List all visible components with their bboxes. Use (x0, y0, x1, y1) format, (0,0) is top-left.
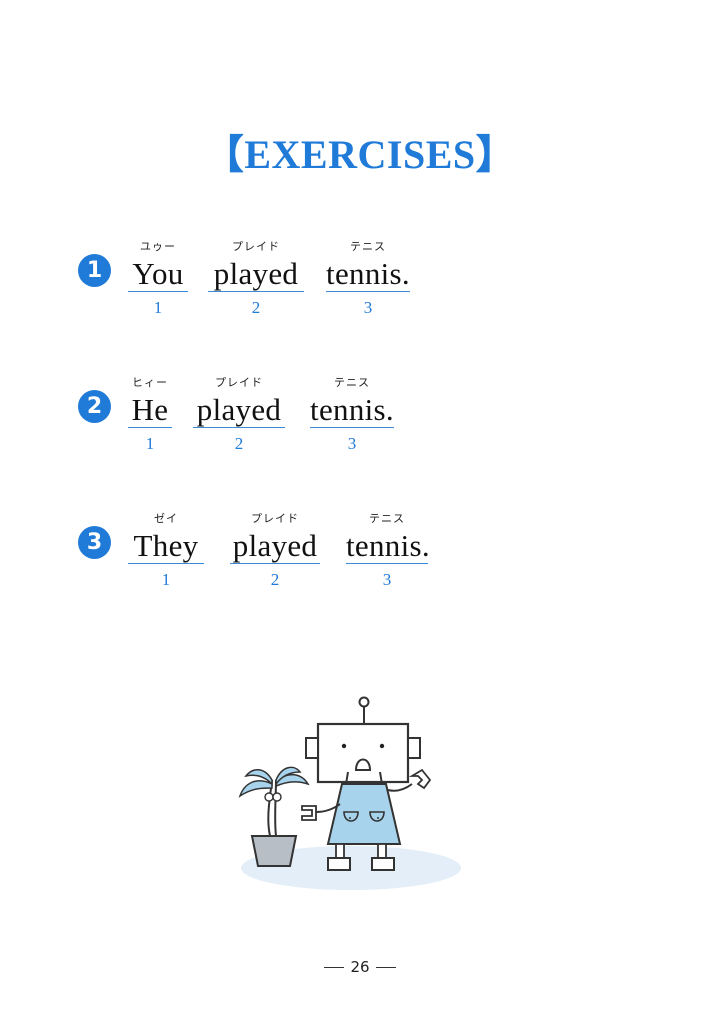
answer-underline (128, 291, 188, 292)
word-number: 1 (145, 434, 155, 453)
exercise-2: 2 ヒィー He 1 プレイド played 2 テニス tennis. 3 (0, 374, 720, 474)
answer-underline (326, 291, 410, 292)
word-text: tennis. (346, 528, 430, 563)
furigana: テニス (334, 376, 370, 389)
answer-underline (346, 563, 428, 564)
answer-underline (310, 427, 394, 428)
word-text: They (133, 528, 199, 563)
word-number: 1 (161, 570, 171, 589)
word-number: 2 (234, 434, 244, 453)
furigana: プレイド (215, 376, 263, 389)
answer-underline (230, 563, 320, 564)
word-number: 1 (153, 298, 163, 317)
word-text: played (232, 528, 318, 563)
word-number: 3 (382, 570, 392, 589)
exercise-number-badge: 3 (78, 526, 111, 559)
exercise-number-badge: 2 (78, 390, 111, 423)
word-text: played (213, 256, 299, 291)
footer-dash-left (324, 967, 345, 968)
word-text: tennis. (326, 256, 410, 291)
robot-with-potted-palm-icon (238, 696, 461, 890)
answer-underline (128, 427, 172, 428)
footer-dash-right (375, 967, 396, 968)
furigana: ユゥー (140, 240, 176, 253)
answer-underline (193, 427, 285, 428)
word-text: played (196, 392, 282, 427)
word-text: tennis. (310, 392, 394, 427)
furigana: ヒィー (132, 376, 168, 389)
page-number: 26 (350, 958, 370, 976)
page-title: 【EXERCISES】 (203, 132, 517, 177)
furigana: ゼイ (154, 512, 178, 525)
furigana: プレイド (251, 512, 299, 525)
answer-underline (128, 563, 204, 564)
word-number: 2 (251, 298, 261, 317)
exercise-1: 1 ユゥー You 1 プレイド played 2 テニス tennis. 3 (0, 238, 720, 338)
furigana: テニス (350, 240, 386, 253)
answer-underline (208, 291, 304, 292)
word-text: He (131, 392, 169, 427)
page-number-footer: 26 (0, 958, 720, 976)
exercise-3: 3 ゼイ They 1 プレイド played 2 テニス tennis. 3 (0, 510, 720, 610)
furigana: プレイド (232, 240, 280, 253)
word-text: You (132, 256, 184, 291)
word-number: 3 (363, 298, 373, 317)
furigana: テニス (369, 512, 405, 525)
exercise-number-badge: 1 (78, 254, 111, 287)
word-number: 3 (347, 434, 357, 453)
robot-icon (301, 696, 432, 871)
word-number: 2 (270, 570, 280, 589)
robot-illustration (236, 688, 466, 898)
